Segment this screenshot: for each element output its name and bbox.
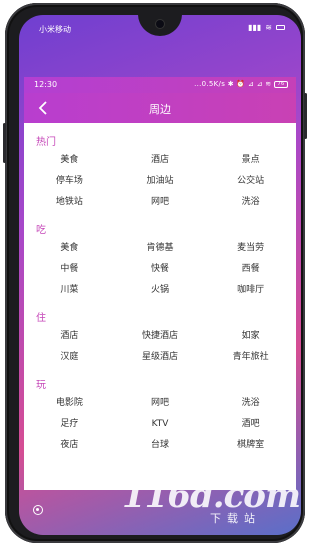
bottom-nav [19, 490, 301, 535]
category-item[interactable]: 星级酒店 [115, 351, 206, 364]
category-item[interactable]: 酒店 [24, 330, 115, 343]
category-item[interactable]: 酒店 [115, 154, 206, 167]
category-item[interactable]: 网吧 [115, 397, 206, 410]
category-item[interactable]: 肯德基 [115, 242, 206, 255]
section-grid: 美食 酒店 景点停车场 加油站 公交站地铁站 网吧 洗浴 [24, 150, 296, 215]
category-item[interactable]: 美食 [24, 154, 115, 167]
category-item[interactable]: 洗浴 [205, 196, 296, 209]
section-grid: 美食 肯德基 麦当劳中餐 快餐 西餐川菜 火锅 咖啡厅 [24, 238, 296, 303]
status-indicators: ...0.5K/s ✱ ⏰ ⊿ ⊿ ≋ 76 [194, 80, 288, 88]
category-item[interactable]: 青年旅社 [205, 351, 296, 364]
section-title: 玩 [36, 380, 46, 391]
category-item[interactable]: 火锅 [115, 284, 206, 297]
category-item[interactable]: 台球 [115, 439, 206, 452]
category-item[interactable]: 网吧 [115, 196, 206, 209]
category-item[interactable]: 公交站 [205, 175, 296, 188]
category-item[interactable]: 西餐 [205, 263, 296, 276]
page-title: 周边 [149, 103, 171, 116]
category-item[interactable]: 美食 [24, 242, 115, 255]
section-title: 吃 [36, 225, 46, 236]
battery-icon [276, 25, 285, 30]
phone-frame: 小米移动 ▮▮▮ ≋ 12:30 ...0.5K/s ✱ ⏰ ⊿ ⊿ ≋ 76 [3, 3, 307, 543]
category-item[interactable]: 棋牌室 [205, 439, 296, 452]
category-item[interactable]: 快餐 [115, 263, 206, 276]
category-item[interactable]: 快捷酒店 [115, 330, 206, 343]
wifi-icon: ≋ [265, 23, 272, 32]
category-item[interactable]: 汉庭 [24, 351, 115, 364]
section-grid: 酒店 快捷酒店 如家汉庭 星级酒店 青年旅社 [24, 326, 296, 370]
battery-icon: 76 [274, 80, 288, 88]
category-item[interactable]: 川菜 [24, 284, 115, 297]
category-item[interactable]: 足疗 [24, 418, 115, 431]
home-icon[interactable] [33, 505, 43, 515]
phone-screen: 小米移动 ▮▮▮ ≋ 12:30 ...0.5K/s ✱ ⏰ ⊿ ⊿ ≋ 76 [19, 15, 301, 535]
camera-icon [156, 20, 164, 28]
category-item[interactable]: 加油站 [115, 175, 206, 188]
app-status-bar: 12:30 ...0.5K/s ✱ ⏰ ⊿ ⊿ ≋ 76 [24, 77, 296, 93]
signal-icon: ▮▮▮ [248, 23, 262, 32]
category-item[interactable]: 中餐 [24, 263, 115, 276]
category-item[interactable]: 地铁站 [24, 196, 115, 209]
power-button [304, 93, 307, 139]
category-item[interactable]: 酒吧 [205, 418, 296, 431]
app-window: 12:30 ...0.5K/s ✱ ⏰ ⊿ ⊿ ≋ 76 周边 热门 美食 酒店 景点… [24, 77, 296, 490]
category-item[interactable]: 电影院 [24, 397, 115, 410]
section-title: 热门 [36, 137, 56, 148]
app-header: 周边 [24, 93, 296, 123]
section-title: 住 [36, 313, 46, 324]
section-grid: 电影院 网吧 洗浴足疗 KTV 酒吧夜店 台球 棋牌室 [24, 393, 296, 458]
outer-status-icons: ▮▮▮ ≋ [248, 23, 285, 32]
category-item[interactable]: 夜店 [24, 439, 115, 452]
category-item[interactable]: KTV [115, 418, 206, 431]
category-item[interactable]: 停车场 [24, 175, 115, 188]
category-item[interactable]: 洗浴 [205, 397, 296, 410]
category-item[interactable]: 咖啡厅 [205, 284, 296, 297]
category-list: 热门 美食 酒店 景点 停车场 加油站 公交站 地铁站 网吧 洗浴吃美食 肯德基 麦当劳 中餐 快餐 西餐川… [24, 123, 296, 458]
status-icons: ...0.5K/s ✱ ⏰ ⊿ ⊿ ≋ [194, 80, 272, 88]
category-item[interactable]: 如家 [205, 330, 296, 343]
status-time: 12:30 [34, 80, 58, 89]
category-item[interactable]: 麦当劳 [205, 242, 296, 255]
volume-button [3, 123, 6, 163]
category-item[interactable]: 景点 [205, 154, 296, 167]
carrier-label: 小米移动 [39, 25, 71, 34]
